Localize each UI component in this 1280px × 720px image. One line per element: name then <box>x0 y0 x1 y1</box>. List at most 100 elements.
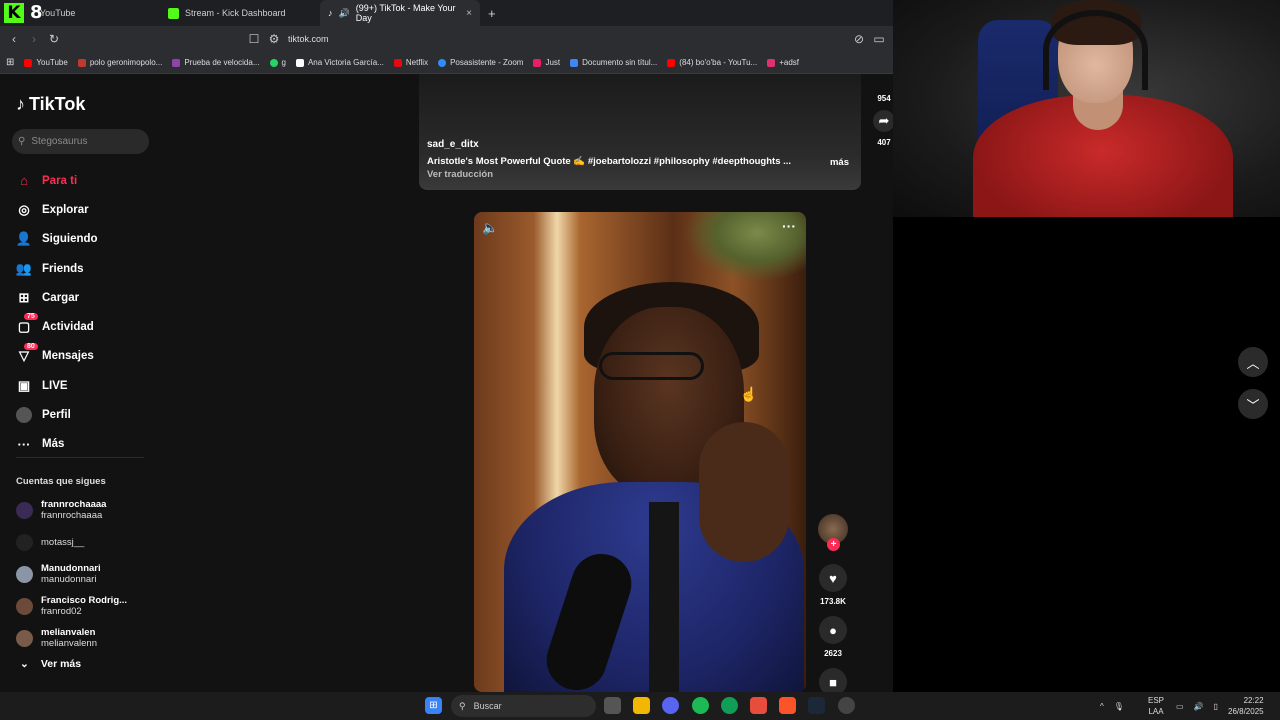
bookmark-item[interactable]: g <box>269 58 286 67</box>
bookmark-item[interactable]: (84) bo'o'ba - YouTu... <box>667 58 757 67</box>
app-icon[interactable] <box>838 697 855 714</box>
more-options-icon[interactable]: ··· <box>782 218 796 234</box>
like-icon[interactable]: ♥ <box>819 564 847 592</box>
battery-icon[interactable]: ▯ <box>1214 702 1218 711</box>
chevron-up-icon[interactable]: ^ <box>1100 702 1104 711</box>
volume-icon[interactable]: 🔊 <box>1194 702 1204 711</box>
following-account[interactable]: Manudonnari manudonnari <box>16 558 156 590</box>
previous-video-actions: 954 ➦ 407 <box>872 74 893 147</box>
system-tray: ^ 🎙 <box>1100 692 1124 720</box>
following-list: frannrochaaaa frannrochaaaa motassj__ Man… <box>16 494 156 654</box>
sidebar-item-siguiendo[interactable]: 👤 Siguiendo <box>16 225 156 254</box>
bookmark-item[interactable]: Ana Victoria García... <box>295 58 384 67</box>
back-icon[interactable]: ‹ <box>4 32 24 46</box>
reload-icon[interactable]: ↻ <box>44 32 64 46</box>
translate-link[interactable]: Ver traducción <box>427 169 493 180</box>
sidebar-item-cargar[interactable]: ⊞ Cargar <box>16 283 156 312</box>
previous-video-card[interactable]: sad_e_ditx Aristotle's Most Powerful Quo… <box>419 74 861 190</box>
tab-tiktok[interactable]: ♪ 🔊 (99+) TikTok - Make Your Day × <box>320 0 480 26</box>
sidebar-item-mensajes[interactable]: ▽ 80 Mensajes <box>16 342 156 371</box>
windows-start-icon[interactable]: ⊞ <box>425 697 442 714</box>
bookmark-item[interactable]: polo geronimopolo... <box>77 58 162 67</box>
bookmark-item[interactable]: Prueba de velocida... <box>172 58 260 67</box>
cast-icon[interactable]: ▭ <box>869 32 889 46</box>
share-icon[interactable]: ➦ <box>873 110 893 132</box>
youtube-icon <box>77 58 86 67</box>
task-view-icon[interactable] <box>604 697 621 714</box>
sidebar-item-para-ti[interactable]: ⌂ Para ti <box>16 166 156 195</box>
video-author[interactable]: sad_e_ditx <box>427 139 479 150</box>
sidebar-item-perfil[interactable]: Perfil <box>16 400 156 429</box>
sidebar-item-explorar[interactable]: ◎ Explorar <box>16 195 156 224</box>
video-frame <box>699 422 789 562</box>
following-icon: 👤 <box>15 231 33 247</box>
video-player[interactable]: 🔈 ··· <box>474 212 806 692</box>
following-account[interactable]: Francisco Rodrig... franrod02 <box>16 590 156 622</box>
whatsapp-icon <box>269 58 278 67</box>
sidebar-item-mas[interactable]: ··· Más <box>16 430 156 459</box>
more-icon: ··· <box>17 436 31 452</box>
close-tab-icon[interactable]: × <box>466 8 472 19</box>
see-more-button[interactable]: ⌄ Ver más <box>20 658 81 670</box>
notification-badge: 80 <box>24 342 38 350</box>
apps-icon[interactable]: ⊞ <box>6 57 14 68</box>
taskbar-search[interactable]: ⚲ Buscar <box>451 695 596 717</box>
sidebar-item-friends[interactable]: 👥 Friends <box>16 254 156 283</box>
friends-icon: 👥 <box>15 260 33 276</box>
video-frame <box>649 502 679 692</box>
following-account[interactable]: motassj__ <box>16 526 156 558</box>
forward-icon[interactable]: › <box>24 32 44 46</box>
shield-icon[interactable] <box>750 697 767 714</box>
new-tab-button[interactable]: + <box>480 0 504 26</box>
follow-plus-icon[interactable]: + <box>827 538 840 551</box>
taskbar: ⊞ ⚲ Buscar ^ 🎙 ESP LAA ▭ 🔊 ▯ 22:22 26/8/… <box>0 692 1280 720</box>
sidebar-item-actividad[interactable]: ▢ 75 Actividad <box>16 312 156 341</box>
search-input[interactable]: ⚲ Stegosaurus <box>12 129 149 154</box>
following-account[interactable]: melianvalen melianvalenn <box>16 622 156 654</box>
bookmark-item[interactable]: Posasistente - Zoom <box>438 58 523 67</box>
discord-icon[interactable] <box>662 697 679 714</box>
chevron-down-icon: ⌄ <box>20 658 29 670</box>
chevron-down-icon[interactable]: ﹀ <box>1238 389 1268 419</box>
kick-overlay-logo: K <box>4 3 24 23</box>
following-account[interactable]: frannrochaaaa frannrochaaaa <box>16 494 156 526</box>
bookmark-item[interactable]: YouTube <box>24 58 68 67</box>
bookmark-icon[interactable]: ■ <box>819 668 847 692</box>
comment-icon[interactable]: ● <box>819 616 847 644</box>
wikipedia-icon <box>295 58 304 67</box>
language-indicator[interactable]: ESP LAA <box>1148 695 1164 717</box>
bookmark-icon[interactable]: ☐ <box>244 32 264 46</box>
creator-avatar[interactable]: + <box>818 514 848 551</box>
hand-cursor-icon: ☝ <box>740 386 758 402</box>
bookmark-item[interactable]: Documento sin títul... <box>570 58 657 67</box>
youtube-icon <box>24 58 33 67</box>
site-info-icon[interactable]: ⚙ <box>264 32 284 46</box>
brave-icon[interactable] <box>779 697 796 714</box>
upload-icon: ⊞ <box>18 289 30 305</box>
steam-icon[interactable] <box>808 697 825 714</box>
bookmark-item[interactable]: +adsf <box>767 58 799 67</box>
instagram-icon <box>767 58 776 67</box>
tab-youtube[interactable]: YouTube <box>0 0 160 26</box>
comment-count: 2623 <box>824 649 842 658</box>
url-field[interactable]: tiktok.com <box>288 34 329 44</box>
tiktok-logo[interactable]: ♪ TikTok <box>16 94 85 115</box>
action-count: 954 <box>877 94 891 103</box>
spotify-icon[interactable] <box>692 697 709 714</box>
bookmark-item[interactable]: Just <box>533 58 560 67</box>
more-link[interactable]: más <box>830 157 849 168</box>
profile-icon <box>16 407 32 424</box>
chevron-up-icon[interactable]: ︿ <box>1238 347 1268 377</box>
extension-icon[interactable]: ⊘ <box>849 32 869 46</box>
network-icon[interactable]: ▭ <box>1176 702 1184 711</box>
home-icon: ⌂ <box>20 173 28 189</box>
sidebar-item-live[interactable]: ▣ LIVE <box>16 371 156 400</box>
bookmark-item[interactable]: Netflix <box>393 58 428 67</box>
file-explorer-icon[interactable] <box>633 697 650 714</box>
tab-kick-dashboard[interactable]: Stream - Kick Dashboard <box>160 0 320 26</box>
xbox-icon[interactable] <box>721 697 738 714</box>
volume-icon[interactable]: 🔈 <box>482 220 498 236</box>
feed-navigation: ︿ ﹀ <box>1238 347 1268 431</box>
microphone-icon[interactable]: 🎙 <box>1114 702 1124 711</box>
clock[interactable]: 22:22 26/8/2025 <box>1228 695 1264 717</box>
